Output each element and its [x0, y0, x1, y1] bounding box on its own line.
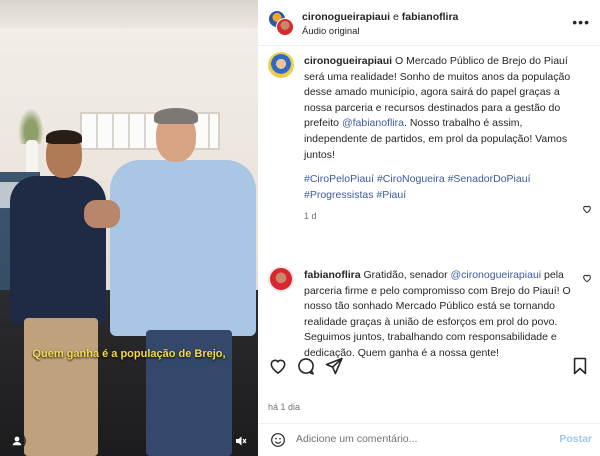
- comment-mention[interactable]: @cironogueirapiaui: [450, 269, 541, 281]
- caption-username[interactable]: cironogueirapiaui: [304, 55, 392, 67]
- video-vase: [26, 140, 38, 174]
- video-caption: Quem ganha é a população de Brejo,: [32, 348, 226, 360]
- person-right-shirt: [110, 160, 256, 336]
- audio-label[interactable]: Áudio original: [302, 26, 360, 37]
- hashtag-list: #CiroPeloPiauí #CiroNogueira #SenadorDoP…: [304, 172, 580, 203]
- authors-conjunction: e: [393, 11, 399, 23]
- heart-icon[interactable]: [268, 356, 288, 376]
- author-link[interactable]: fabianoflira: [402, 11, 459, 23]
- post-date: há 1 dia: [268, 402, 301, 412]
- person-left-shirt: [10, 176, 106, 324]
- caption-mention[interactable]: @fabianoflira: [342, 117, 404, 129]
- comment-icon[interactable]: [296, 356, 316, 376]
- comment-text-part: pela parceria firme e pelo compromisso c…: [304, 269, 571, 359]
- mute-icon[interactable]: [232, 432, 250, 450]
- handshake: [84, 200, 120, 228]
- hashtag[interactable]: #SenadorDoPiauí: [448, 173, 531, 185]
- comment-text-part: Gratidão, senador: [360, 269, 451, 281]
- avatar[interactable]: [268, 266, 294, 292]
- more-icon[interactable]: •••: [572, 14, 590, 30]
- user-tag-icon[interactable]: [8, 432, 26, 450]
- person-right-hair: [154, 108, 198, 124]
- comment-username[interactable]: fabianoflira: [304, 269, 361, 281]
- video-window: [80, 112, 220, 150]
- caption-text: cironogueirapiaui O Mercado Público de B…: [304, 54, 580, 225]
- post-details-panel: cironogueirapiaui e fabianoflira Áudio o…: [258, 0, 600, 456]
- avatar[interactable]: [268, 52, 294, 78]
- share-icon[interactable]: [324, 356, 344, 376]
- hashtag[interactable]: #CiroNogueira: [377, 173, 445, 185]
- heart-icon[interactable]: [582, 204, 592, 214]
- comment-item: fabianoflira Gratidão, senador @cironogu…: [268, 266, 590, 359]
- post-video[interactable]: Quem ganha é a população de Brejo,: [0, 0, 258, 456]
- hashtag[interactable]: #Progressistas: [304, 189, 373, 201]
- person-left-pants: [24, 318, 98, 456]
- post-authors: cironogueirapiaui e fabianoflira: [302, 11, 458, 23]
- collab-avatars[interactable]: [268, 10, 294, 36]
- avatar: [276, 18, 294, 36]
- post-caption: cironogueirapiaui O Mercado Público de B…: [268, 52, 590, 221]
- hashtag[interactable]: #CiroPeloPiauí: [304, 173, 374, 185]
- post-comment-button[interactable]: Postar: [559, 433, 592, 445]
- author-link[interactable]: cironogueirapiaui: [302, 11, 390, 23]
- video-ceiling: [0, 0, 258, 28]
- caption-time: 1 d: [304, 211, 317, 222]
- bookmark-icon[interactable]: [570, 356, 590, 376]
- person-left-hair: [46, 130, 82, 144]
- emoji-icon[interactable]: [270, 432, 286, 448]
- comment-input[interactable]: [296, 433, 536, 445]
- heart-icon[interactable]: [582, 273, 592, 283]
- post-header: cironogueirapiaui e fabianoflira Áudio o…: [258, 0, 600, 46]
- hashtag[interactable]: #Piauí: [376, 189, 406, 201]
- add-comment-bar: Postar: [258, 423, 600, 456]
- video-plant: [16, 104, 46, 144]
- comment-text: fabianoflira Gratidão, senador @cironogu…: [304, 268, 580, 362]
- post-actions: [268, 356, 590, 378]
